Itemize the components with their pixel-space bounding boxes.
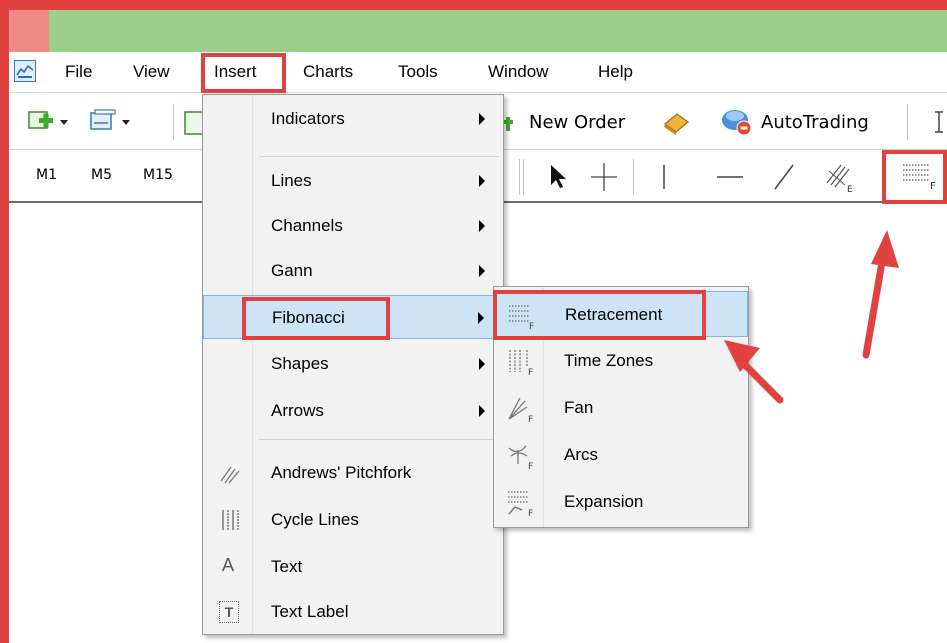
submenu-item-label: Expansion <box>564 492 644 511</box>
trendline-icon <box>774 164 794 190</box>
submenu-arrow-icon <box>479 358 485 370</box>
fibo-expansion-icon: F <box>506 489 536 519</box>
new-order-icon-button[interactable] <box>501 108 529 141</box>
retracement-highlight-box <box>493 290 706 340</box>
app-title-icon <box>9 10 49 52</box>
title-bar <box>9 10 947 52</box>
arrow-to-toolbar-fibo <box>862 230 899 359</box>
menu-item-channels[interactable]: Channels <box>203 206 503 246</box>
metaeditor-icon <box>664 113 689 135</box>
submenu-item-fan[interactable]: F Fan <box>494 385 748 431</box>
menu-item-cycle-lines[interactable]: Cycle Lines <box>203 500 503 540</box>
autotrading-button[interactable]: AutoTrading <box>761 112 869 133</box>
menu-item-label: Andrews' Pitchfork <box>271 463 412 482</box>
equidistant-channel-icon: E <box>826 164 853 195</box>
text-icon: A <box>222 555 235 575</box>
new-chart-button[interactable] <box>27 108 71 141</box>
submenu-item-label: Fan <box>564 398 594 417</box>
menu-item-label: Channels <box>271 216 343 235</box>
menu-item-shapes[interactable]: Shapes <box>203 344 503 384</box>
menu-item-label: Text <box>271 557 303 576</box>
menu-item-andrews-pitchfork[interactable]: Andrews' Pitchfork <box>203 453 503 493</box>
fibo-letter: F <box>528 462 533 470</box>
window-frame-top <box>0 0 947 10</box>
menu-help[interactable]: Help <box>598 62 633 82</box>
new-order-button[interactable]: New Order <box>529 112 625 133</box>
menu-item-label: Cycle Lines <box>271 510 359 529</box>
crosshair-icon <box>591 163 617 191</box>
pitchfork-icon <box>219 461 241 485</box>
menu-window[interactable]: Window <box>488 62 548 82</box>
cursor-icon <box>551 165 566 188</box>
horizontal-line-tool[interactable] <box>715 161 745 198</box>
new-chart-icon <box>28 111 68 129</box>
fibo-arcs-icon: F <box>506 442 536 472</box>
menu-view[interactable]: View <box>133 62 170 82</box>
menu-item-indicators[interactable]: Indicators <box>203 99 503 139</box>
app-icon[interactable] <box>14 60 36 82</box>
menu-item-text-label[interactable]: T Text Label <box>203 592 503 632</box>
autotrading-icon <box>722 110 752 136</box>
equidistant-letter: E <box>847 185 853 195</box>
timeframe-m5[interactable]: M5 <box>91 167 112 183</box>
menu-item-label: Indicators <box>271 109 345 128</box>
menu-item-gann[interactable]: Gann <box>203 251 503 291</box>
submenu-arrow-icon <box>479 405 485 417</box>
fibo-letter: F <box>528 368 533 376</box>
menu-item-label: Gann <box>271 261 313 280</box>
menu-separator <box>259 156 499 157</box>
fibo-fan-icon: F <box>506 395 536 425</box>
scroll-toolbar-button[interactable] <box>933 108 945 141</box>
text-label-icon: T <box>219 601 239 623</box>
timeframe-m1[interactable]: M1 <box>36 167 57 183</box>
autotrading-icon-button[interactable] <box>719 106 755 143</box>
insert-dropdown-menu: Indicators Lines Channels Gann Fibonacci… <box>202 94 504 635</box>
window-frame-left <box>0 0 9 643</box>
equidistant-channel-tool[interactable]: E <box>823 159 857 200</box>
menu-file[interactable]: File <box>65 62 92 82</box>
new-order-icon <box>503 117 513 131</box>
submenu-item-label: Arcs <box>564 445 598 464</box>
menu-separator <box>259 439 499 440</box>
menu-item-arrows[interactable]: Arrows <box>203 391 503 431</box>
menu-item-label: Shapes <box>271 354 329 373</box>
vertical-line-icon <box>663 165 665 189</box>
menu-item-label: Lines <box>271 171 312 190</box>
profiles-icon <box>90 109 130 130</box>
fibo-letter: F <box>528 415 533 423</box>
trendline-tool[interactable] <box>771 161 797 198</box>
menu-bar: File View Insert Charts Tools Window Hel… <box>9 52 947 93</box>
menu-item-label: Text Label <box>271 602 349 621</box>
submenu-item-expansion[interactable]: F Expansion <box>494 479 748 525</box>
cycle-lines-icon <box>219 508 241 532</box>
timeframe-m15[interactable]: M15 <box>143 167 173 183</box>
submenu-arrow-icon <box>479 113 485 125</box>
menu-item-lines[interactable]: Lines <box>203 161 503 201</box>
horizontal-line-icon <box>717 176 743 178</box>
vertical-line-tool[interactable] <box>659 161 669 198</box>
menu-tools[interactable]: Tools <box>398 62 438 82</box>
submenu-item-label: Time Zones <box>564 351 654 370</box>
submenu-arrow-icon <box>479 220 485 232</box>
menu-item-label: Arrows <box>271 401 324 420</box>
crosshair-tool[interactable] <box>589 161 619 198</box>
menu-item-text[interactable]: A Text <box>203 547 503 587</box>
submenu-item-time-zones[interactable]: F Time Zones <box>494 338 748 384</box>
menu-charts[interactable]: Charts <box>303 62 353 82</box>
metaeditor-button[interactable] <box>661 108 691 141</box>
submenu-arrow-icon <box>478 312 484 324</box>
toolbar-fibo-highlight-box <box>882 150 947 204</box>
vertical-arrows-icon <box>935 111 943 133</box>
fibo-letter: F <box>528 509 533 517</box>
fibo-timezones-icon: F <box>506 348 536 378</box>
fibonacci-highlight-box <box>242 297 390 340</box>
profiles-button[interactable] <box>89 108 133 141</box>
insert-highlight-box <box>201 53 286 93</box>
submenu-arrow-icon <box>479 265 485 277</box>
submenu-item-arcs[interactable]: F Arcs <box>494 432 748 478</box>
cursor-tool[interactable] <box>545 161 571 198</box>
submenu-arrow-icon <box>479 175 485 187</box>
